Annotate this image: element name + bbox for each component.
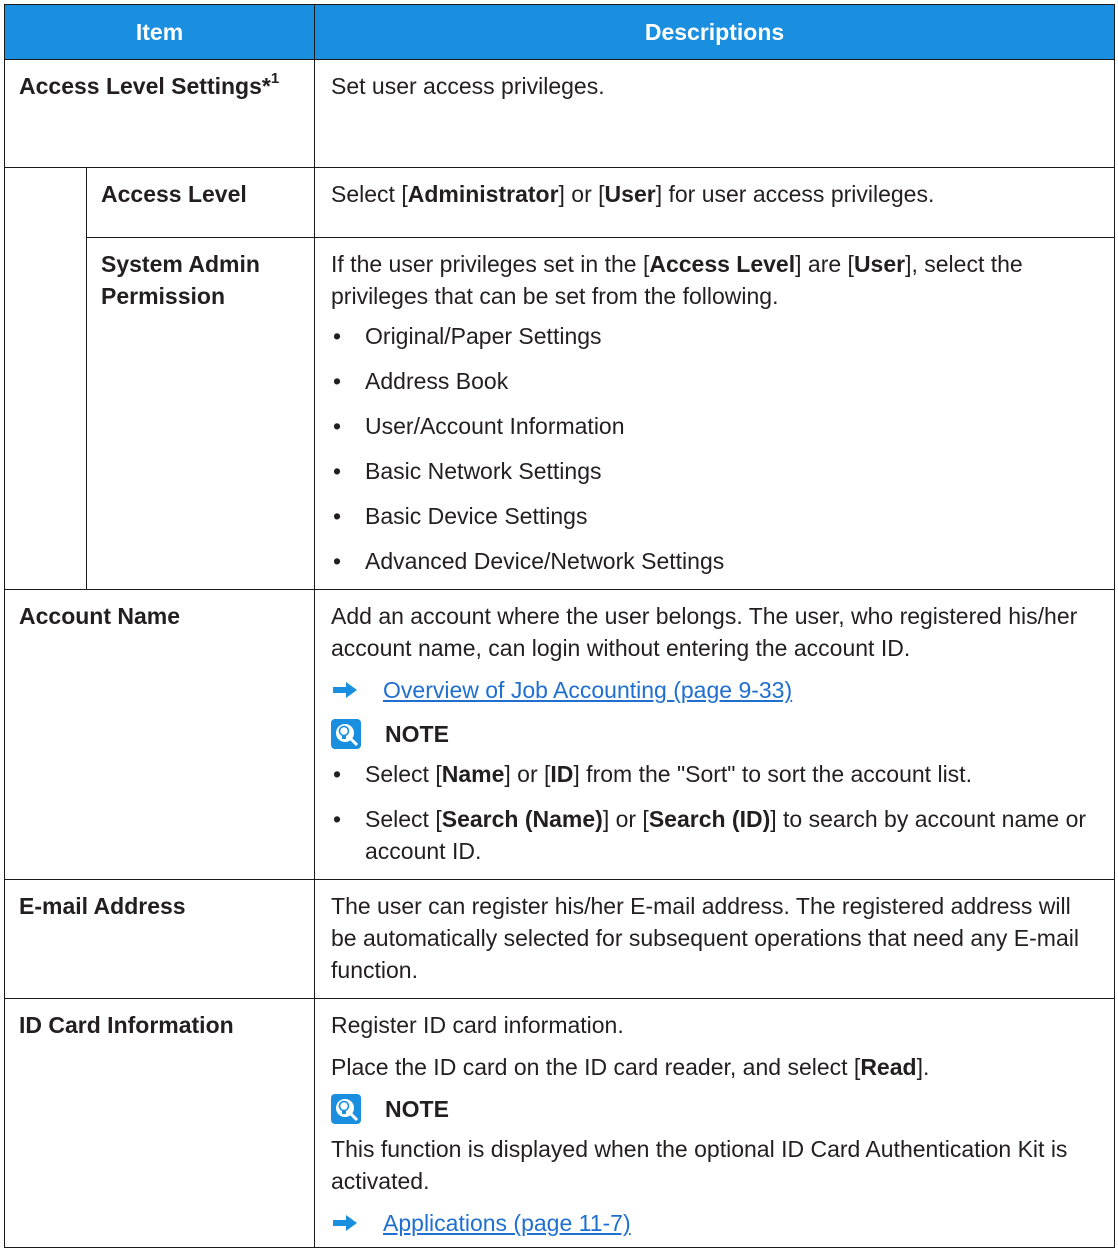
item-label: E-mail Address — [19, 893, 186, 919]
footnote-marker: 1 — [270, 70, 280, 88]
list-item: Address Book — [331, 365, 1102, 397]
desc-id-card-information: Register ID card information. Place the … — [314, 998, 1116, 1248]
item-label: ID Card Information — [19, 1012, 234, 1038]
table-row: Access Level Settings*1 Set user access … — [3, 59, 1116, 168]
desc-account-name: Add an account where the user belongs. T… — [314, 589, 1116, 880]
header-descriptions: Descriptions — [314, 4, 1116, 60]
desc-access-level: Select [Administrator] or [User] for use… — [314, 167, 1116, 238]
list-item: Basic Device Settings — [331, 500, 1102, 532]
desc-system-admin-permission: If the user privileges set in the [Acces… — [314, 237, 1116, 590]
note-header: NOTE — [331, 1093, 1102, 1125]
desc-text: Set user access privileges. — [331, 73, 605, 99]
arrow-right-icon — [333, 682, 358, 698]
item-account-name: Account Name — [3, 589, 316, 880]
note-list: Select [Name] or [ID] from the "Sort" to… — [331, 758, 1102, 867]
item-access-level: Access Level — [85, 167, 316, 238]
desc-access-level-settings: Set user access privileges. — [314, 59, 1116, 168]
list-item: Select [Search (Name)] or [Search (ID)] … — [331, 803, 1102, 867]
table-row: E-mail Address The user can register his… — [3, 879, 1116, 999]
desc-text: Place the ID card on the ID card reader,… — [331, 1054, 930, 1080]
desc-text: Register ID card information. — [331, 1012, 624, 1038]
table-header-row: Item Descriptions — [3, 4, 1116, 60]
desc-email-address: The user can register his/her E-mail add… — [314, 879, 1116, 999]
indent-spacer — [4, 167, 87, 590]
note-text: This function is displayed when the opti… — [331, 1136, 1068, 1194]
item-label: Account Name — [19, 603, 181, 629]
reference-link-row: Overview of Job Accounting (page 9-33) — [331, 674, 1102, 706]
applications-link[interactable]: Applications (page 11-7) — [383, 1207, 631, 1239]
note-title: NOTE — [385, 1096, 449, 1122]
list-item: Advanced Device/Network Settings — [331, 545, 1102, 577]
table-row: Access Level Select [Administrator] or [… — [4, 167, 1116, 590]
lightbulb-note-icon — [331, 1094, 362, 1124]
arrow-right-icon — [333, 1215, 358, 1231]
desc-text: If the user privileges set in the [Acces… — [331, 251, 1023, 309]
privilege-list: Original/Paper Settings Address Book Use… — [331, 320, 1102, 577]
item-email-address: E-mail Address — [3, 879, 316, 999]
desc-text: The user can register his/her E-mail add… — [331, 893, 1079, 983]
note-title: NOTE — [385, 721, 449, 747]
item-label: Access Level — [101, 181, 247, 207]
desc-text: Select [Administrator] or [User] for use… — [331, 181, 935, 207]
note-header: NOTE — [331, 718, 1102, 750]
table-row: ID Card Information Register ID card inf… — [3, 998, 1116, 1248]
table-row: Account Name Add an account where the us… — [3, 589, 1116, 880]
table-row: System Admin Permission If the user priv… — [5, 237, 1116, 590]
overview-job-accounting-link[interactable]: Overview of Job Accounting (page 9-33) — [383, 674, 792, 706]
item-system-admin-permission: System Admin Permission — [85, 237, 316, 590]
item-label: Access Level Settings* — [19, 73, 271, 99]
header-item: Item — [3, 4, 316, 60]
item-access-level-settings: Access Level Settings*1 — [3, 59, 316, 168]
reference-link-row: Applications (page 11-7) — [331, 1207, 1102, 1239]
item-id-card-information: ID Card Information — [3, 998, 316, 1248]
lightbulb-note-icon — [331, 719, 362, 749]
item-label: System Admin Permission — [101, 251, 260, 309]
list-item: Original/Paper Settings — [331, 320, 1102, 352]
desc-text: Add an account where the user belongs. T… — [331, 603, 1078, 661]
list-item: User/Account Information — [331, 410, 1102, 442]
settings-table: Item Descriptions Access Level Settings*… — [3, 4, 1116, 1248]
list-item: Select [Name] or [ID] from the "Sort" to… — [331, 758, 1102, 790]
list-item: Basic Network Settings — [331, 455, 1102, 487]
